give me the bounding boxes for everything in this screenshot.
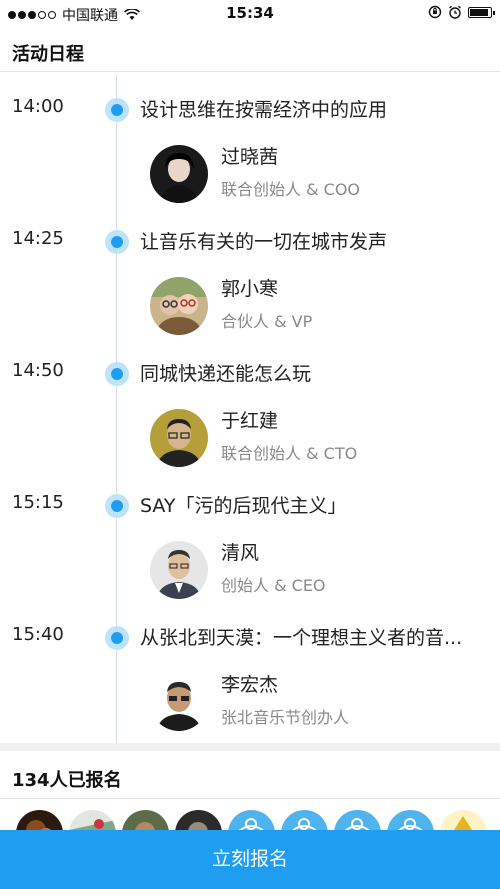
registration-count: 134人已报名 xyxy=(12,770,122,791)
timeline-node xyxy=(105,98,129,122)
battery-icon xyxy=(468,6,495,18)
status-time: 15:34 xyxy=(226,4,274,22)
session-item[interactable]: 14:50 同城快递还能怎么玩 于红建 联合创始人 & CTO xyxy=(0,352,500,484)
speaker-role: 联合创始人 & COO xyxy=(221,180,361,199)
register-now-button[interactable]: 立刻报名 xyxy=(0,830,500,889)
timeline-node xyxy=(105,494,129,518)
battery-level-fill xyxy=(470,8,488,16)
speaker-name: 清风 xyxy=(221,542,260,564)
session-item[interactable]: 14:00 设计思维在按需经济中的应用 过晓茜 联合创始人 & COO xyxy=(0,88,500,220)
session-title: SAY「污的后现代主义」 xyxy=(140,495,347,517)
session-time: 14:50 xyxy=(12,360,64,381)
speaker-avatar[interactable] xyxy=(150,277,208,335)
speaker-role: 创始人 & CEO xyxy=(221,576,326,595)
session-title: 从张北到天漠：一个理想主义者的音... xyxy=(140,627,463,649)
session-time: 14:00 xyxy=(12,96,64,117)
section-gap xyxy=(0,743,500,751)
speaker-name: 李宏杰 xyxy=(221,674,279,696)
timeline-node xyxy=(105,362,129,386)
divider xyxy=(0,71,500,72)
alarm-icon xyxy=(449,5,461,19)
speaker-role: 合伙人 & VP xyxy=(221,312,313,331)
speaker-avatar[interactable] xyxy=(150,145,208,203)
session-time: 15:15 xyxy=(12,492,64,513)
status-bar: 中国联通 15:34 xyxy=(0,0,500,28)
speaker-avatar[interactable] xyxy=(150,673,208,731)
session-time: 14:25 xyxy=(12,228,64,249)
session-title: 设计思维在按需经济中的应用 xyxy=(140,99,388,121)
session-title: 让音乐有关的一切在城市发声 xyxy=(140,231,388,253)
speaker-name: 过晓茜 xyxy=(221,146,279,168)
speaker-role: 联合创始人 & CTO xyxy=(221,444,358,463)
session-title: 同城快递还能怎么玩 xyxy=(140,363,312,385)
speaker-avatar[interactable] xyxy=(150,541,208,599)
schedule-title: 活动日程 xyxy=(12,44,84,65)
session-item[interactable]: 15:40 从张北到天漠：一个理想主义者的音... 李宏杰 张北音乐节创办人 xyxy=(0,616,500,748)
timeline-node xyxy=(105,230,129,254)
speaker-avatar[interactable] xyxy=(150,409,208,467)
speaker-role: 张北音乐节创办人 xyxy=(221,708,350,727)
speaker-name: 于红建 xyxy=(221,410,279,432)
timeline-node xyxy=(105,626,129,650)
session-time: 15:40 xyxy=(12,624,64,645)
orientation-lock-icon xyxy=(428,5,442,19)
session-item[interactable]: 15:15 SAY「污的后现代主义」 清风 创始人 & CEO xyxy=(0,484,500,616)
speaker-name: 郭小寒 xyxy=(221,278,279,300)
session-item[interactable]: 14:25 让音乐有关的一切在城市发声 郭小寒 合伙人 & VP xyxy=(0,220,500,352)
divider xyxy=(0,798,500,799)
